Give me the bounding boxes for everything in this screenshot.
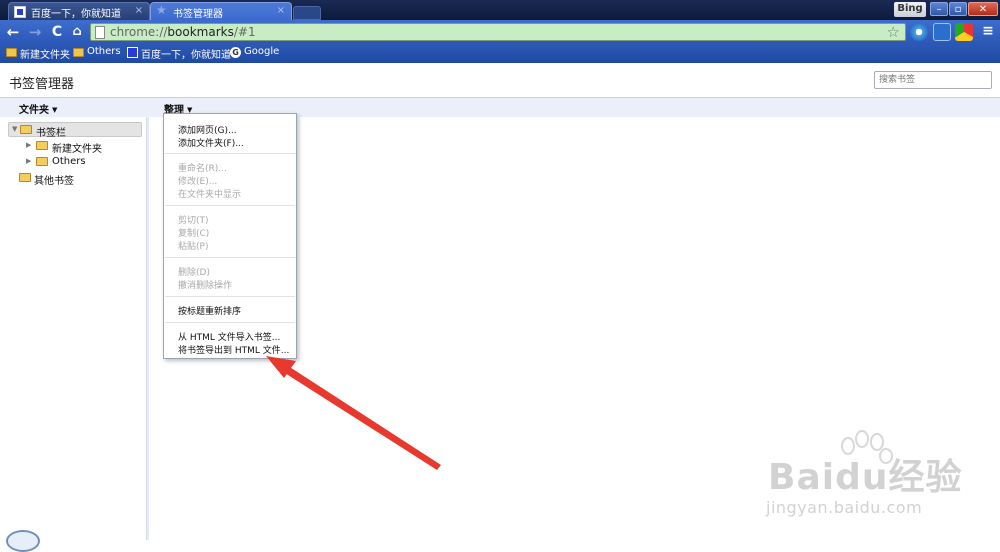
minimize-button[interactable]: – [930, 2, 948, 16]
expanded-triangle-icon[interactable]: ▼ [12, 125, 17, 133]
bookmark-label: 新建文件夹 [20, 50, 70, 61]
baidu-favicon-icon [127, 47, 138, 58]
chrome-menu-icon[interactable]: ≡ [980, 23, 996, 41]
bookmark-star-icon[interactable]: ☆ [887, 23, 900, 41]
folder-icon [36, 157, 48, 166]
url-scheme: chrome:// [110, 25, 168, 39]
new-tab-button[interactable] [293, 6, 321, 20]
tab-baidu[interactable]: 百度一下，你就知道 × [8, 2, 150, 20]
title-bar: 百度一下，你就知道 × ★ 书签管理器 × Bing – ▫ ✕ [0, 0, 1000, 20]
tree-item-label: 新建文件夹 [52, 144, 102, 155]
star-icon: ★ [156, 3, 167, 17]
bookmark-baidu[interactable]: 百度一下，你就知道 [127, 46, 231, 61]
close-window-button[interactable]: ✕ [968, 2, 998, 16]
folder-icon [6, 48, 17, 57]
reload-icon[interactable]: C [48, 23, 66, 41]
menu-item-export-html[interactable]: 将书签导出到 HTML 文件... [178, 343, 289, 356]
bookmark-label: 百度一下，你就知道 [141, 50, 231, 61]
folder-icon [73, 48, 84, 57]
menu-item-copy[interactable]: 复制(C) [178, 226, 209, 239]
tree-item-label: 其他书签 [34, 176, 74, 187]
menu-item-delete[interactable]: 删除(D) [178, 265, 210, 278]
page-title: 书签管理器 [9, 77, 75, 92]
bookmark-label: Others [87, 46, 121, 57]
extension-globe-icon[interactable] [910, 23, 928, 41]
url-host: bookmarks [167, 25, 234, 39]
menu-item-edit[interactable]: 修改(E)... [178, 174, 217, 187]
folders-menu-label: 文件夹 [19, 105, 49, 116]
tree-item-other-bookmarks[interactable]: 其他书签 [10, 172, 120, 187]
google-favicon-icon: G [230, 47, 241, 58]
menu-separator [165, 296, 295, 297]
address-bar[interactable]: chrome://bookmarks/#1 ☆ [90, 23, 906, 41]
menu-item-sort-by-title[interactable]: 按标题重新排序 [178, 304, 241, 317]
menu-item-add-folder[interactable]: 添加文件夹(F)... [178, 136, 244, 149]
close-tab-icon[interactable]: × [135, 5, 143, 16]
page-icon [95, 26, 105, 39]
bookmark-new-folder[interactable]: 新建文件夹 [6, 46, 70, 61]
maximize-button[interactable]: ▫ [949, 2, 967, 16]
menu-item-rename[interactable]: 重命名(R)... [178, 161, 227, 174]
bing-label: Bing [894, 2, 926, 17]
menu-separator [165, 205, 295, 206]
dropdown-arrow-icon: ▼ [52, 106, 58, 114]
folder-icon [36, 141, 48, 150]
tab-bookmark-manager[interactable]: ★ 书签管理器 × [150, 2, 292, 20]
extension-chrome-icon[interactable] [955, 23, 973, 41]
bookmarks-bar: 新建文件夹 Others 百度一下，你就知道 G Google [0, 44, 1000, 63]
tree-item-bookmark-bar[interactable]: ▼ 书签栏 [8, 122, 142, 139]
close-tab-icon[interactable]: × [277, 5, 285, 16]
tree-item-others[interactable]: ▶ Others [26, 156, 136, 169]
menu-item-add-page[interactable]: 添加网页(G)... [178, 123, 237, 136]
tab-title: 书签管理器 [173, 9, 223, 20]
folder-open-icon [20, 125, 32, 134]
menu-item-show-in-folder[interactable]: 在文件夹中显示 [178, 187, 241, 200]
baidu-favicon-icon [14, 6, 26, 18]
forward-icon[interactable]: → [26, 23, 44, 41]
back-icon[interactable]: ← [4, 23, 22, 41]
bookmark-label: Google [244, 46, 280, 57]
manager-toolbar: 文件夹 ▼ 整理 ▼ [0, 98, 1000, 117]
url-path: /#1 [233, 25, 256, 39]
folders-menu-button[interactable]: 文件夹 ▼ [19, 101, 57, 116]
pane-splitter[interactable] [146, 117, 149, 540]
menu-item-paste[interactable]: 粘贴(P) [178, 239, 208, 252]
globe-icon [6, 530, 40, 552]
tree-item-label: Others [52, 156, 86, 167]
bookmark-google[interactable]: G Google [230, 46, 280, 58]
home-icon[interactable]: ⌂ [68, 23, 86, 41]
browser-toolbar: ← → C ⌂ chrome://bookmarks/#1 ☆ ≡ [0, 20, 1000, 44]
organize-dropdown-menu: 添加网页(G)... 添加文件夹(F)... 重命名(R)... 修改(E)..… [163, 113, 297, 359]
collapsed-triangle-icon[interactable]: ▶ [26, 157, 31, 165]
collapsed-triangle-icon[interactable]: ▶ [26, 141, 31, 149]
folder-icon [19, 173, 31, 182]
menu-separator [165, 322, 295, 323]
menu-item-cut[interactable]: 剪切(T) [178, 213, 209, 226]
watermark-logo: Baidu经验 jingyan.baidu.com [758, 430, 994, 525]
tree-item-new-folder[interactable]: ▶ 新建文件夹 [26, 140, 136, 155]
watermark-url: jingyan.baidu.com [766, 498, 923, 517]
menu-separator [165, 153, 295, 154]
tab-title: 百度一下，你就知道 [31, 9, 121, 20]
tree-item-label: 书签栏 [36, 128, 66, 139]
bookmark-others[interactable]: Others [73, 46, 121, 57]
address-url[interactable]: chrome://bookmarks/#1 [110, 25, 256, 39]
search-input[interactable] [874, 71, 992, 89]
menu-item-import-html[interactable]: 从 HTML 文件导入书签... [178, 330, 280, 343]
menu-separator [165, 257, 295, 258]
extension-translate-icon[interactable] [933, 23, 951, 41]
menu-item-undo-delete[interactable]: 撤消删除操作 [178, 278, 232, 291]
watermark-logo-text: Baidu经验 [768, 457, 963, 498]
